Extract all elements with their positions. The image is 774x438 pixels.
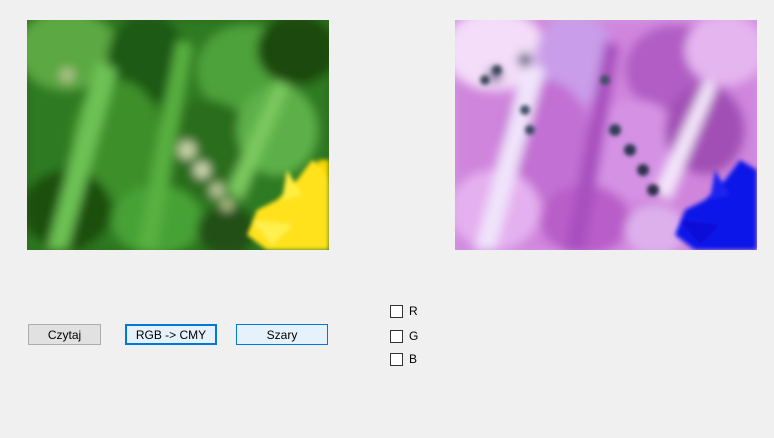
checkbox-g-box[interactable]	[390, 329, 403, 343]
inverted-cmy-photo-icon	[455, 20, 757, 250]
read-button[interactable]: Czytaj	[28, 324, 101, 345]
checkbox-g[interactable]: G	[390, 329, 418, 343]
rgb-to-cmy-button[interactable]: RGB -> CMY	[125, 324, 217, 345]
checkbox-g-label: G	[409, 329, 419, 343]
checkbox-b-label: B	[409, 352, 418, 366]
original-picture-box	[27, 20, 329, 250]
checkbox-r-label: R	[409, 304, 418, 318]
checkbox-b[interactable]: B	[390, 352, 417, 366]
converted-picture-box	[455, 20, 757, 250]
grass-flower-photo-icon	[27, 20, 329, 250]
checkbox-b-box[interactable]	[390, 352, 403, 366]
checkbox-r-box[interactable]	[390, 304, 403, 318]
grayscale-button[interactable]: Szary	[236, 324, 328, 345]
checkbox-r[interactable]: R	[390, 304, 418, 318]
